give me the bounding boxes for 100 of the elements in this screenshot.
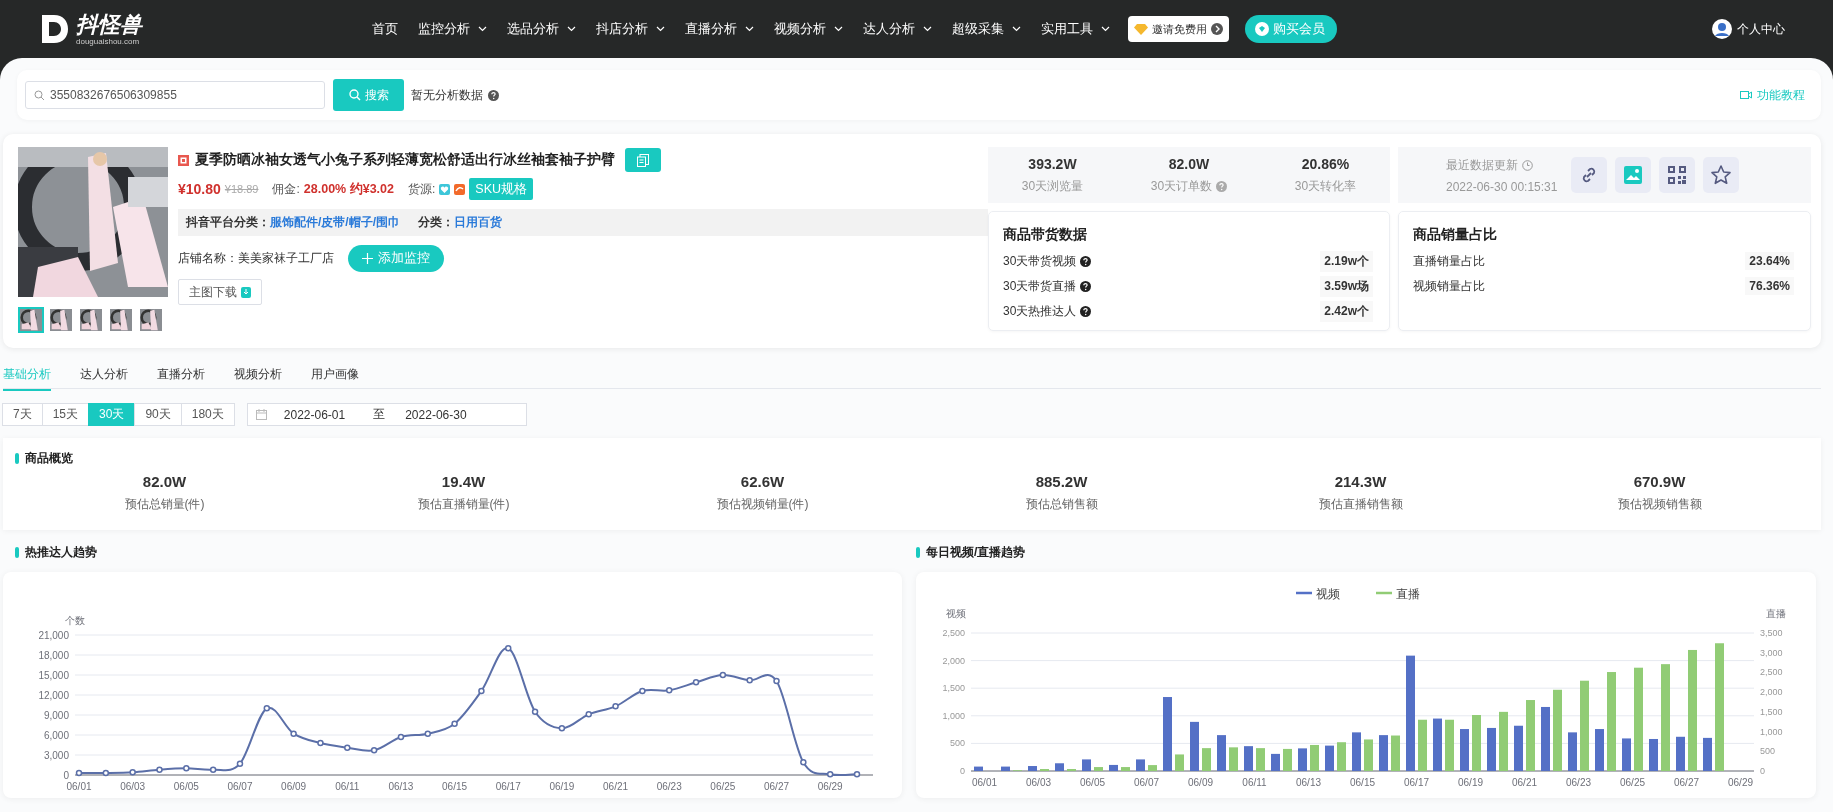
axis-label: 06/23: [656, 781, 682, 792]
axis-label: 18,000: [38, 650, 69, 661]
card-title: 商品销量占比: [1413, 226, 1498, 244]
update-time: 2022-06-30 00:15:31: [1446, 179, 1558, 194]
axis-label: 9,000: [43, 710, 69, 721]
axis-label: 06/13: [388, 781, 414, 792]
axis-label: 06/15: [442, 781, 468, 792]
stat-value: 82.0W: [1168, 155, 1210, 172]
stat-value: 20.86%: [1301, 155, 1350, 172]
metric-value: 23.64%: [1745, 252, 1794, 270]
axis-label: 06/27: [1674, 777, 1699, 788]
product-title: 夏季防晒冰袖女透气小兔子系列轻薄宽松舒适出行冰丝袖套袖子护臂: [195, 151, 615, 169]
axis-label: 06/03: [1026, 777, 1051, 788]
update-label: 最近数据更新: [1446, 156, 1518, 174]
axis-label: 1,000: [1760, 726, 1783, 737]
axis-label: 06/13: [1296, 777, 1321, 788]
axis-label: 2,000: [1760, 687, 1783, 698]
section-title: 商品概览: [25, 450, 73, 467]
axis-label: 06/25: [1620, 777, 1645, 788]
axis-label: 06/25: [710, 781, 736, 792]
axis-label: 1,500: [942, 683, 965, 694]
axis-label: 06/29: [817, 781, 843, 792]
metric-value: 2.42w个: [1320, 300, 1373, 322]
stat-label: 30天订单数: [1150, 177, 1213, 195]
axis-label: 06/19: [549, 781, 575, 792]
metric-label: 30天带货视频: [1003, 252, 1077, 270]
metric-label: 30天热推达人: [1003, 302, 1077, 320]
axis-label: 06/01: [972, 777, 997, 788]
axis-label: 06/19: [1458, 777, 1483, 788]
axis-label: 06/17: [1404, 777, 1429, 788]
axis-label: 06/11: [335, 781, 360, 792]
shop-name: 店铺名称：美美家袜子工厂店: [178, 249, 334, 267]
class-label: 分类：: [418, 214, 454, 231]
commission-value: 28.00% 约¥3.02: [303, 180, 394, 198]
price: ¥10.80: [178, 181, 221, 197]
logo-domain: douguaishou.com: [76, 36, 141, 46]
legend-label: 视频: [1316, 587, 1340, 601]
axis-label: 2,500: [942, 628, 965, 638]
axis-title: 个数: [65, 615, 85, 626]
axis-label: 21,000: [38, 630, 69, 641]
original-price: ¥18.89: [224, 183, 259, 195]
axis-label: 0: [960, 766, 965, 776]
axis-title: 视频: [946, 608, 966, 619]
axis-label: 06/21: [603, 781, 629, 792]
metric-label: 30天带货直播: [1003, 277, 1077, 295]
axis-label: 06/29: [1728, 777, 1753, 788]
axis-label: 06/09: [1188, 777, 1213, 788]
metric-label: 预估直播销量(件): [417, 496, 510, 513]
metric-value: 214.3W: [1334, 473, 1387, 490]
axis-label: 3,000: [1760, 647, 1783, 658]
axis-label: 06/03: [120, 781, 146, 792]
axis-label: 2,500: [1760, 667, 1783, 678]
metric-value: 2.19w个: [1320, 250, 1373, 272]
axis-title: 直播: [1766, 608, 1786, 619]
axis-label: 06/27: [764, 781, 790, 792]
axis-label: 2,000: [942, 655, 965, 666]
stat-label: 30天浏览量: [1021, 177, 1084, 195]
metric-label: 直播销量占比: [1413, 252, 1485, 270]
axis-label: 3,500: [1760, 628, 1783, 638]
metric-value: 885.2W: [1035, 473, 1088, 490]
axis-label: 06/09: [281, 781, 307, 792]
axis-label: 06/07: [1134, 777, 1159, 788]
axis-label: 1,000: [942, 710, 965, 721]
axis-label: 06/01: [66, 781, 92, 792]
axis-label: 06/17: [495, 781, 521, 792]
axis-label: 6,000: [43, 730, 69, 741]
metric-label: 预估视频销售额: [1617, 496, 1702, 513]
metric-value: 62.6W: [740, 473, 785, 490]
axis-label: 0: [1760, 766, 1765, 776]
metric-value: 670.9W: [1633, 473, 1686, 490]
axis-label: 06/21: [1512, 777, 1537, 788]
axis-label: 06/11: [1242, 777, 1267, 788]
axis-label: 06/05: [1080, 777, 1105, 788]
metric-label: 预估总销量(件): [124, 496, 205, 513]
axis-label: 06/15: [1350, 777, 1375, 788]
metric-label: 预估视频销量(件): [716, 496, 809, 513]
axis-label: 500: [949, 738, 965, 749]
axis-label: 12,000: [38, 690, 69, 701]
metric-value: 3.59w场: [1320, 275, 1373, 297]
logo-text: 抖怪兽: [76, 12, 142, 37]
axis-label: 3,000: [43, 750, 69, 761]
metric-value: 76.36%: [1745, 277, 1794, 295]
axis-label: 06/05: [173, 781, 199, 792]
section-title: 热推达人趋势: [25, 544, 97, 561]
metric-value: 19.4W: [441, 473, 486, 490]
axis-label: 15,000: [38, 670, 69, 681]
metric-label: 预估直播销售额: [1318, 496, 1403, 513]
legend-label: 直播: [1396, 587, 1420, 601]
axis-label: 500: [1760, 746, 1776, 757]
commission-label: 佣金:: [272, 180, 300, 198]
axis-label: 1,500: [1760, 706, 1783, 717]
axis-label: 0: [63, 770, 69, 781]
axis-label: 06/23: [1566, 777, 1591, 788]
stat-value: 393.2W: [1028, 155, 1077, 172]
source-label: 货源:: [408, 180, 436, 198]
stat-label: 30天转化率: [1294, 177, 1357, 195]
metric-label: 预估总销售额: [1025, 496, 1098, 513]
metric-label: 视频销量占比: [1413, 277, 1485, 295]
card-title: 商品带货数据: [1003, 226, 1088, 244]
metric-value: 82.0W: [142, 473, 187, 490]
